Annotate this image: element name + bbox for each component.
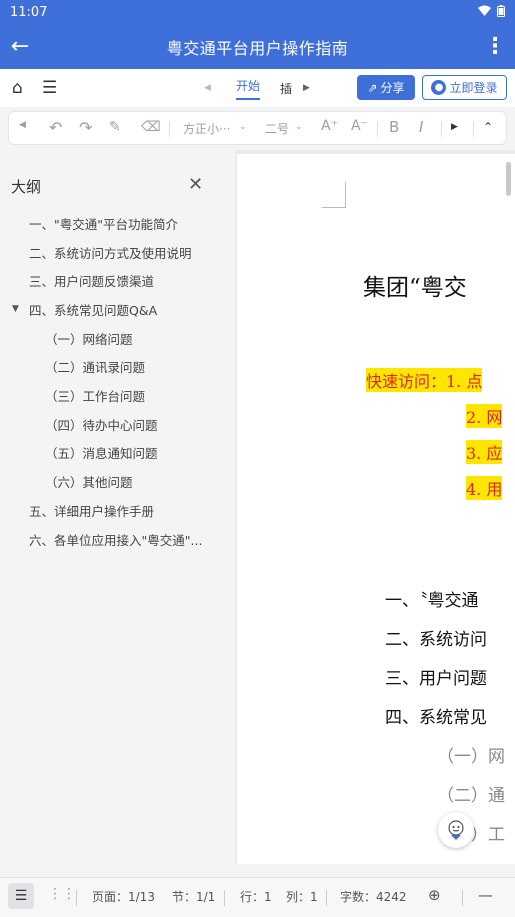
- share-icon: ⇗: [367, 80, 378, 95]
- assistant-mascot-icon[interactable]: [438, 812, 474, 848]
- outline-panel: 大纲 ✕ 一、"粤交通"平台功能简介 二、系统访问方式及使用说明 三、用户问题反…: [0, 150, 235, 864]
- word-count: 字数：4242: [340, 890, 407, 904]
- section-indicator: 节：1/1: [172, 890, 216, 904]
- login-label: 立即登录: [449, 81, 498, 95]
- user-icon: ●: [431, 80, 447, 95]
- page-indicator: 页面：1/13: [92, 890, 155, 904]
- outline-title: 大纲: [11, 178, 42, 196]
- font-family-select[interactable]: 方正小···: [183, 120, 230, 137]
- undo-icon[interactable]: ↶: [49, 118, 62, 137]
- thumbnail-view-icon[interactable]: ⋮⋮: [48, 886, 76, 902]
- chevron-down-icon[interactable]: ⌄: [239, 122, 247, 132]
- outline-subitem[interactable]: （二）通讯录问题: [45, 357, 145, 376]
- chevron-down-icon[interactable]: ⌄: [295, 122, 303, 132]
- document-page[interactable]: 集团“粤交 快速访问：1. 点 2. 网 3. 应 4. 用 一、〝粤交通 二、…: [237, 154, 515, 864]
- globe-icon[interactable]: ⊕: [428, 886, 441, 904]
- quick-access-line[interactable]: 2. 网: [466, 404, 503, 428]
- tab-start[interactable]: 开始: [236, 77, 261, 100]
- tab-insert[interactable]: 插: [280, 80, 292, 97]
- more-vertical-icon[interactable]: ⋮: [475, 34, 515, 59]
- column-indicator: 列：1: [286, 890, 318, 904]
- redo-icon[interactable]: ↷: [79, 118, 92, 137]
- share-label: 分享: [380, 81, 405, 95]
- row-indicator: 行：1: [240, 890, 272, 904]
- document-canvas[interactable]: 集团“粤交 快速访问：1. 点 2. 网 3. 应 4. 用 一、〝粤交通 二、…: [235, 150, 515, 864]
- wifi-icon: [478, 5, 491, 19]
- home-icon[interactable]: ⌂: [12, 78, 23, 98]
- document-title: 粤交通平台用户操作指南: [166, 38, 349, 58]
- login-button[interactable]: ● 立即登录: [422, 75, 507, 100]
- italic-icon[interactable]: I: [419, 118, 423, 136]
- decrease-font-icon[interactable]: A⁻: [351, 118, 368, 134]
- toc-line: 一、〝粤交通: [385, 591, 479, 611]
- ribbon-tab-bar: ⌂ ☰ ◀ 开始 插 ▶ ⇗ 分享 ● 立即登录: [0, 69, 515, 107]
- outline-item[interactable]: 六、各单位应用接入"粤交通"...: [29, 530, 202, 549]
- status-bar: 11:07: [0, 0, 515, 24]
- toc-subline: （一）网: [437, 747, 505, 767]
- outline-item[interactable]: 三、用户问题反馈渠道: [29, 271, 154, 290]
- menu-icon[interactable]: ☰: [42, 78, 57, 98]
- outline-item[interactable]: 四、系统常见问题Q&A: [29, 300, 157, 319]
- bold-icon[interactable]: B: [389, 118, 399, 136]
- clear-format-icon[interactable]: ⌫: [141, 119, 161, 135]
- outline-item[interactable]: 五、详细用户操作手册: [29, 501, 154, 520]
- app-bar: ← 粤交通平台用户操作指南 ⋮: [0, 24, 515, 69]
- toc-line: 三、用户问题: [385, 669, 487, 689]
- share-button[interactable]: ⇗ 分享: [357, 75, 415, 100]
- quick-access-line[interactable]: 4. 用: [466, 476, 503, 500]
- toolbar-scroll-left-icon[interactable]: ◀: [19, 120, 26, 130]
- document-scrollbar[interactable]: [506, 162, 511, 196]
- font-size-select[interactable]: 二号: [265, 120, 289, 137]
- outline-subitem[interactable]: （四）待办中心问题: [45, 415, 158, 434]
- zoom-out-icon[interactable]: —: [478, 886, 493, 904]
- back-arrow-icon[interactable]: ←: [0, 34, 40, 59]
- document-status-bar: ☰ ⋮⋮ 页面：1/13 节：1/1 行：1 列：1 字数：4242 ⊕ —: [0, 877, 515, 917]
- outline-subitem[interactable]: （六）其他问题: [45, 472, 133, 491]
- expand-caret-icon[interactable]: ▼: [12, 304, 19, 314]
- page-margin-corner: [322, 182, 346, 208]
- toc-subline: （二）通: [437, 786, 505, 806]
- outline-toggle-icon[interactable]: ☰: [8, 883, 34, 909]
- format-painter-icon[interactable]: ✎: [109, 119, 121, 135]
- outline-subitem[interactable]: （三）工作台问题: [45, 386, 145, 405]
- outline-subitem[interactable]: （五）消息通知问题: [45, 443, 158, 462]
- collapse-toolbar-icon[interactable]: ⌃: [483, 120, 493, 134]
- quick-access-line[interactable]: 快速访问：1. 点: [366, 368, 483, 392]
- tab-scroll-left-icon[interactable]: ◀: [204, 83, 211, 93]
- quick-access-line[interactable]: 3. 应: [466, 440, 503, 464]
- toc-line: 二、系统访问: [385, 630, 487, 650]
- outline-item[interactable]: 一、"粤交通"平台功能简介: [29, 214, 178, 233]
- tab-scroll-right-icon[interactable]: ▶: [303, 83, 310, 93]
- increase-font-icon[interactable]: A⁺: [321, 118, 338, 134]
- battery-icon: [497, 4, 505, 20]
- close-icon[interactable]: ✕: [188, 174, 203, 195]
- toolbar-scroll-right-icon[interactable]: ▶: [451, 122, 458, 132]
- outline-item[interactable]: 二、系统访问方式及使用说明: [29, 243, 192, 262]
- format-toolbar: ◀ ↶ ↷ ✎ ⌫ 方正小··· ⌄ 二号 ⌄ A⁺ A⁻ B I ▶ ⌃: [8, 111, 507, 145]
- doc-heading: 集团“粤交: [363, 275, 467, 301]
- outline-subitem[interactable]: （一）网络问题: [45, 329, 133, 348]
- status-time: 11:07: [10, 4, 48, 20]
- toc-line: 四、系统常见: [385, 708, 487, 728]
